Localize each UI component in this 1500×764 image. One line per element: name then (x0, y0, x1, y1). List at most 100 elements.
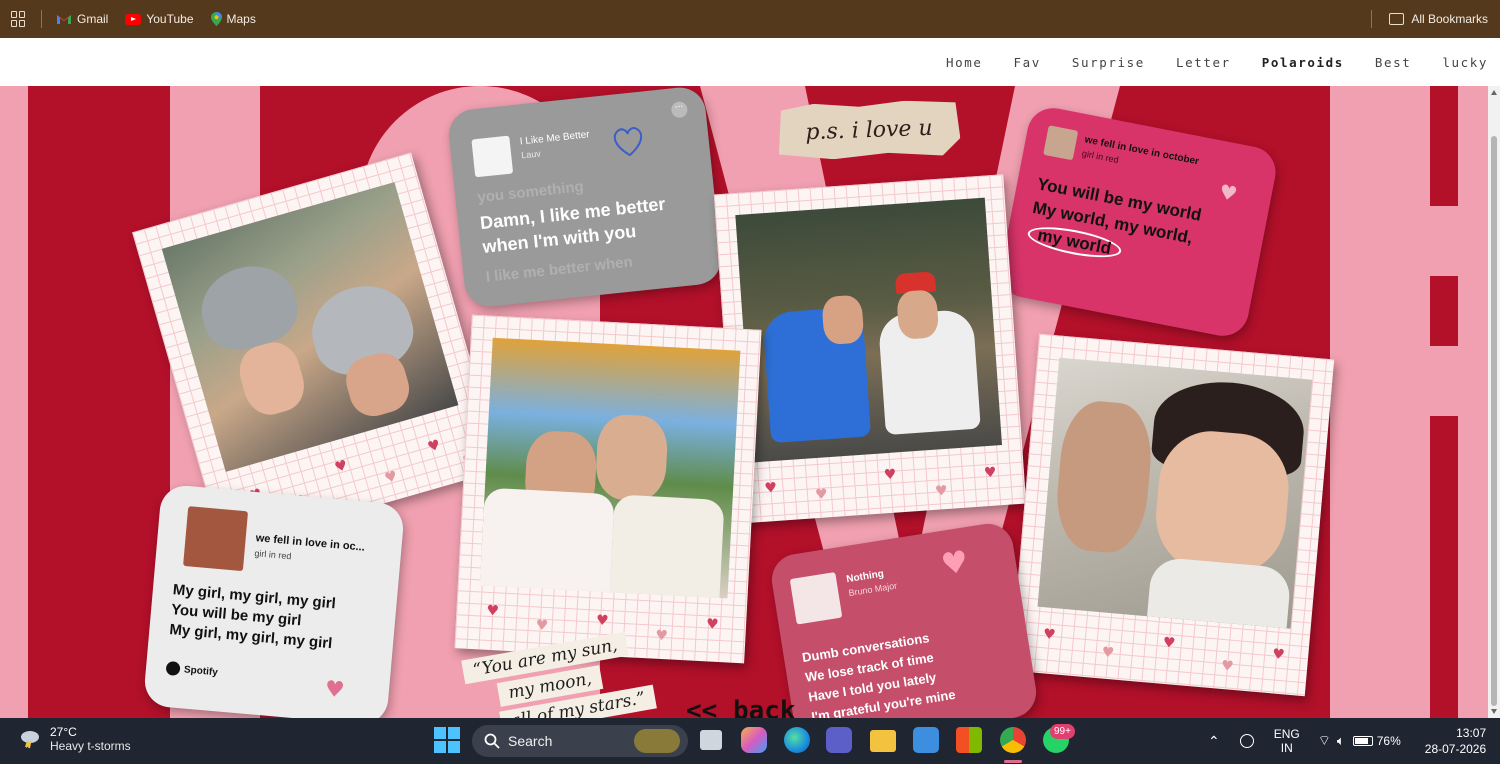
love-note: p.s. i love u (777, 99, 961, 161)
song-artist: Lauv (520, 148, 542, 161)
heart-icon: ♥ (323, 676, 346, 704)
background-right-strip (1458, 86, 1488, 718)
wifi-icon[interactable]: ⌔ (1318, 732, 1331, 750)
weather-desc: Heavy t-storms (50, 739, 131, 753)
taskbar: 27°C Heavy t-storms Search 99+ ⌃ ENG IN … (0, 718, 1500, 764)
chevron-up-icon[interactable]: ⌃ (1208, 733, 1220, 750)
search-icon (484, 733, 500, 749)
heart-icon: ♥ (486, 602, 500, 620)
search-highlight-icon (634, 729, 680, 753)
nav-letter[interactable]: Letter (1176, 55, 1231, 70)
heart-icon: ♥ (382, 468, 400, 487)
photo-cafe (735, 197, 1003, 463)
heart-icon: ♥ (938, 544, 971, 584)
all-bookmarks[interactable]: All Bookmarks (1371, 0, 1488, 38)
spotify-card-nothing[interactable]: Nothing Bruno Major Dumb conversations W… (768, 520, 1040, 718)
heart-icon: ♥ (425, 436, 443, 456)
album-art-nothing (789, 571, 843, 625)
youtube-icon (125, 13, 142, 25)
language-region: IN (1280, 741, 1293, 755)
spotify-card-october-bottom[interactable]: we fell in love in oc... girl in red My … (142, 483, 406, 718)
heart-icon: ♥ (1042, 626, 1057, 644)
polaroid-beach[interactable]: ♥ ♥ ♥ ♥ ♥ (454, 314, 762, 664)
clock[interactable]: 13:07 28-07-2026 (1425, 725, 1486, 757)
love-note-text: p.s. i love u (804, 115, 934, 145)
face-shape-3 (821, 294, 865, 346)
bookmark-youtube-label: YouTube (146, 12, 194, 26)
file-explorer-icon[interactable] (870, 730, 896, 752)
photo-helmets (161, 182, 459, 472)
bookmark-gmail-label: Gmail (77, 12, 109, 26)
maps-icon (210, 12, 222, 26)
copilot-icon[interactable] (741, 727, 767, 753)
folder-icon (1389, 13, 1405, 25)
nav-best[interactable]: Best (1375, 55, 1412, 70)
polaroid-collage: ♥ ♥ ♥ ♥ ♥ ♥ I Like Me Better Lauv ··· yo… (0, 86, 1488, 718)
more-icon[interactable]: ··· (670, 100, 689, 119)
windows-start-icon[interactable] (434, 727, 460, 753)
bookmarks-divider (41, 10, 42, 28)
spotify-label: Spotify (183, 663, 219, 678)
scroll-down-icon[interactable] (1491, 709, 1497, 714)
nav-fav[interactable]: Fav (1014, 55, 1041, 70)
heart-icon: ♥ (535, 617, 549, 635)
nav-home[interactable]: Home (946, 55, 983, 70)
weather-widget[interactable]: 27°C Heavy t-storms (18, 725, 131, 753)
polaroid-selfie[interactable]: ♥ ♥ ♥ ♥ ♥ (1009, 333, 1335, 697)
bookmark-youtube[interactable]: YouTube (125, 12, 194, 26)
face-shape-7 (1052, 398, 1156, 556)
edge-icon[interactable] (784, 727, 810, 753)
photo-beach (479, 337, 741, 599)
taskbar-search[interactable]: Search (472, 725, 688, 757)
gmail-icon (57, 15, 71, 24)
chrome-icon[interactable] (1000, 727, 1026, 753)
page-scrollbar[interactable] (1488, 86, 1500, 718)
heart-icon: ♥ (934, 482, 949, 500)
nav-surprise[interactable]: Surprise (1072, 55, 1145, 70)
heart-icon: ♥ (1271, 646, 1286, 664)
lyric-next: I like me better when (484, 253, 634, 286)
store-icon[interactable] (956, 727, 982, 753)
system-tray: ⌃ ENG IN ⌔ 🔈︎ 76% 13:07 28-07-2026 (1208, 718, 1486, 764)
heart-icon: ♥ (1220, 657, 1235, 675)
scrollbar-thumb[interactable] (1491, 136, 1497, 706)
helmet-shape-1 (192, 255, 306, 359)
spotify-card-lauv[interactable]: I Like Me Better Lauv ··· you something … (446, 86, 724, 309)
location-icon[interactable] (1239, 734, 1254, 748)
weather-temp: 27°C (50, 725, 77, 739)
album-art-october (1043, 125, 1079, 161)
spotify-logo: Spotify (165, 660, 219, 679)
apps-grid-icon[interactable] (11, 11, 27, 27)
site-nav: Home Fav Surprise Letter Polaroids Best … (0, 38, 1500, 86)
white-top-shape-2 (479, 487, 615, 595)
language-indicator[interactable]: ENG IN (1274, 727, 1300, 755)
heart-icon: ♥ (595, 612, 610, 630)
nav-lucky[interactable]: lucky (1442, 55, 1488, 70)
battery-icon[interactable] (1352, 736, 1373, 746)
nav-polaroids[interactable]: Polaroids (1262, 55, 1344, 70)
chrome-active-indicator (1004, 760, 1022, 763)
scroll-up-icon[interactable] (1491, 90, 1497, 95)
lyric-prev: you something (476, 178, 585, 207)
song-artist: girl in red (254, 548, 292, 562)
bookmark-gmail[interactable]: Gmail (56, 12, 108, 26)
heart-icon: ♥ (814, 486, 829, 504)
white-shirt-shape (1147, 556, 1292, 629)
polaroid-cafe[interactable]: ♥ ♥ ♥ ♥ ♥ (713, 174, 1027, 524)
heart-icon: ♥ (1101, 644, 1115, 662)
bookmark-maps[interactable]: Maps (210, 12, 256, 26)
whatsapp-badge: 99+ (1050, 724, 1075, 739)
language-code: ENG (1273, 727, 1300, 741)
bookmark-maps-label: Maps (226, 12, 256, 26)
spotify-icon (165, 660, 181, 677)
teams-icon[interactable] (826, 727, 852, 753)
heart-icon: ♥ (983, 464, 998, 482)
back-link[interactable]: << back (686, 696, 796, 718)
volume-icon[interactable]: 🔈︎ (1337, 733, 1345, 749)
storm-cloud-icon (21, 731, 39, 749)
battery-percent: 76% (1376, 734, 1401, 748)
heart-icon: ♥ (1162, 634, 1177, 652)
heart-icon: ♥ (763, 479, 778, 497)
task-view-icon[interactable] (700, 730, 722, 750)
outlook-icon[interactable] (913, 727, 939, 753)
